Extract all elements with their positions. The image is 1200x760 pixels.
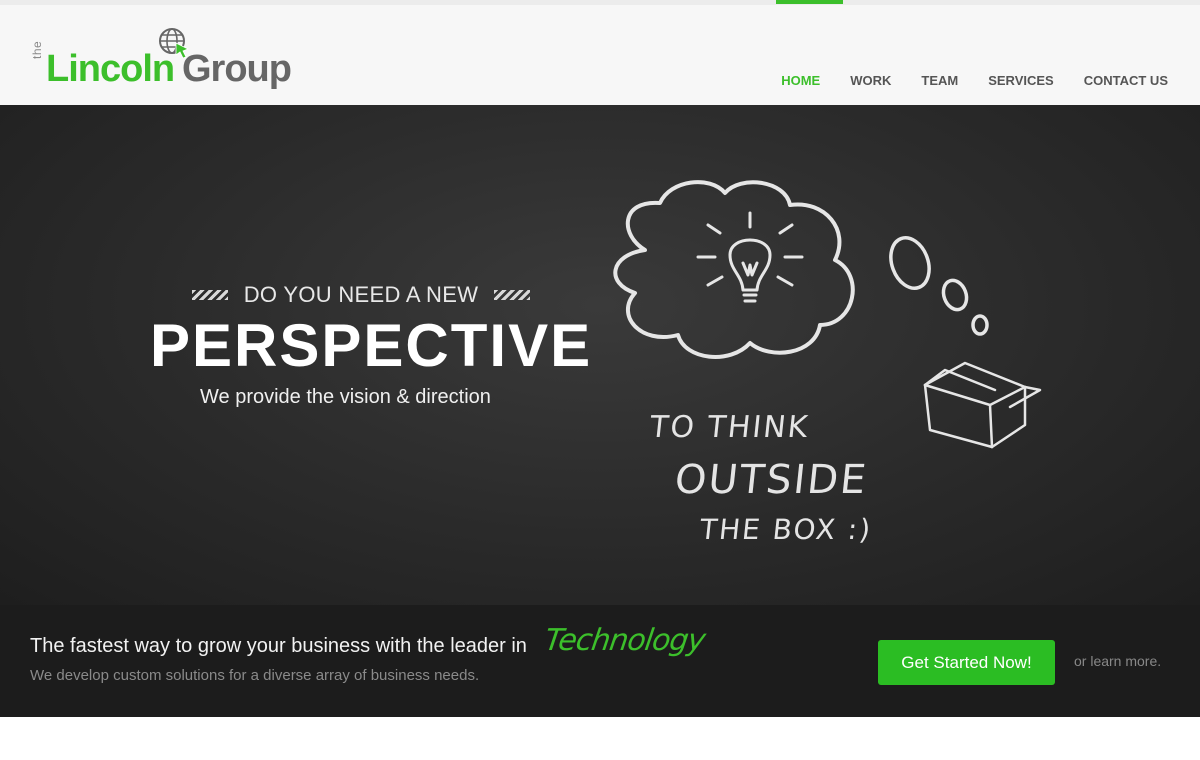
site-header: the Lincoln Group HOME WORK TEAM SERVICE… (0, 5, 1200, 105)
kicker-stripes-right (494, 290, 530, 300)
chalk-text-line-1: TO THINK (648, 410, 812, 445)
page-bottom (0, 717, 1200, 760)
logo-group: Group (182, 48, 292, 90)
site-logo[interactable]: the Lincoln Group (30, 27, 310, 97)
nav-contact-us[interactable]: CONTACT US (1084, 73, 1168, 88)
main-nav: HOME WORK TEAM SERVICES CONTACT US (781, 73, 1168, 88)
nav-team[interactable]: TEAM (921, 73, 958, 88)
get-started-button[interactable]: Get Started Now! (878, 640, 1055, 685)
nav-services[interactable]: SERVICES (988, 73, 1054, 88)
nav-work[interactable]: WORK (850, 73, 891, 88)
hero-title: PERSPECTIVE (150, 312, 593, 379)
band-highlight: Technology (542, 623, 707, 658)
band-subtitle: We develop custom solutions for a divers… (30, 667, 480, 684)
hero-kicker-text: DO YOU NEED A NEW (243, 282, 479, 307)
kicker-stripes-left (192, 290, 228, 300)
band-title: The fastest way to grow your business wi… (30, 635, 527, 657)
cta-band: The fastest way to grow your business wi… (0, 605, 1200, 717)
active-nav-indicator (776, 0, 843, 4)
lightbulb-icon (696, 211, 804, 303)
hero-section: DO YOU NEED A NEW PERSPECTIVE We provide… (0, 105, 1200, 605)
logo-the: the (30, 40, 44, 59)
hero-subtitle: We provide the vision & direction (200, 386, 491, 408)
chalk-text-line-2: OUTSIDE (672, 457, 870, 503)
hero-kicker: DO YOU NEED A NEW (192, 282, 530, 308)
learn-more-link[interactable]: or learn more. (1074, 653, 1161, 669)
nav-home[interactable]: HOME (781, 73, 820, 88)
globe-cursor-icon (159, 28, 189, 59)
thought-bubbles (889, 236, 989, 336)
box-icon (923, 361, 1042, 449)
chalk-text-line-3: THE BOX :) (698, 513, 874, 546)
logo-lincoln: Lincoln (46, 48, 175, 90)
